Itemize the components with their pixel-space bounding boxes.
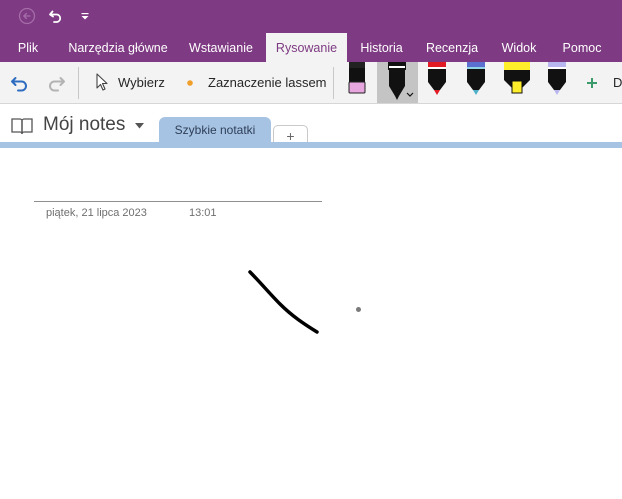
tab-draw[interactable]: Rysowanie: [266, 33, 347, 62]
add-pen-button[interactable]: D: [583, 71, 622, 95]
black-pen[interactable]: [377, 62, 418, 103]
red-pen[interactable]: [424, 62, 450, 103]
lasso-select-button[interactable]: Zaznaczenie lassem: [183, 70, 327, 96]
undo-arrow-icon: [11, 77, 27, 92]
undo-button[interactable]: [9, 73, 31, 93]
plus-icon: [587, 78, 597, 88]
tab-file[interactable]: Plik: [8, 33, 48, 62]
lasso-icon: [187, 80, 193, 86]
tab-history[interactable]: Historia: [351, 33, 412, 62]
draw-toolbar: Wybierz Zaznaczenie lassem D: [0, 62, 622, 104]
redo-arrow-icon: [49, 77, 65, 92]
galaxy-pen-icon: [467, 62, 485, 95]
notebook-bar: Mój notes Szybkie notatki +: [0, 104, 622, 148]
redo-button[interactable]: [45, 73, 67, 93]
tab-insert[interactable]: Wstawianie: [181, 33, 261, 62]
select-tool-button[interactable]: Wybierz: [92, 70, 172, 96]
galaxy-pen[interactable]: [462, 62, 490, 103]
highlighter-icon: [504, 62, 530, 94]
undo-icon[interactable]: [45, 6, 67, 26]
back-circle-icon[interactable]: [16, 6, 38, 26]
select-tool-label: Wybierz: [118, 75, 165, 90]
section-color-bar: [0, 142, 622, 148]
tab-review[interactable]: Recenzja: [418, 33, 486, 62]
yellow-highlighter[interactable]: [500, 62, 534, 103]
title-bar: [0, 0, 622, 33]
toolbar-separator: [333, 67, 334, 99]
notebook-icon[interactable]: [10, 117, 34, 135]
black-pen-icon: [388, 62, 414, 100]
lasso-select-label: Zaznaczenie lassem: [208, 75, 327, 90]
toolbar-separator: [78, 67, 79, 99]
cursor-arrow-icon: [96, 73, 108, 91]
notebook-name: Mój notes: [43, 114, 126, 135]
ink-stroke[interactable]: [240, 262, 330, 342]
tab-view[interactable]: Widok: [492, 33, 546, 62]
page-time: 13:01: [189, 207, 217, 219]
pink-pen[interactable]: [343, 62, 371, 103]
lavender-pen-icon: [548, 62, 566, 95]
page-title-underline: [34, 201, 322, 202]
red-pen-icon: [428, 62, 446, 95]
ribbon-tabs: Plik Narzędzia główne Wstawianie Rysowan…: [0, 33, 622, 62]
tab-home[interactable]: Narzędzia główne: [61, 33, 175, 62]
chevron-down-icon: [135, 123, 144, 129]
notebook-selector[interactable]: Mój notes: [43, 110, 153, 138]
ink-dot[interactable]: [356, 307, 361, 312]
add-pen-label: D: [613, 75, 622, 90]
pink-marker-icon: [348, 62, 366, 94]
page-date: piątek, 21 lipca 2023: [46, 207, 147, 219]
lavender-pen[interactable]: [544, 62, 570, 103]
customize-qat-icon[interactable]: [74, 6, 96, 26]
tab-help[interactable]: Pomoc: [552, 33, 612, 62]
